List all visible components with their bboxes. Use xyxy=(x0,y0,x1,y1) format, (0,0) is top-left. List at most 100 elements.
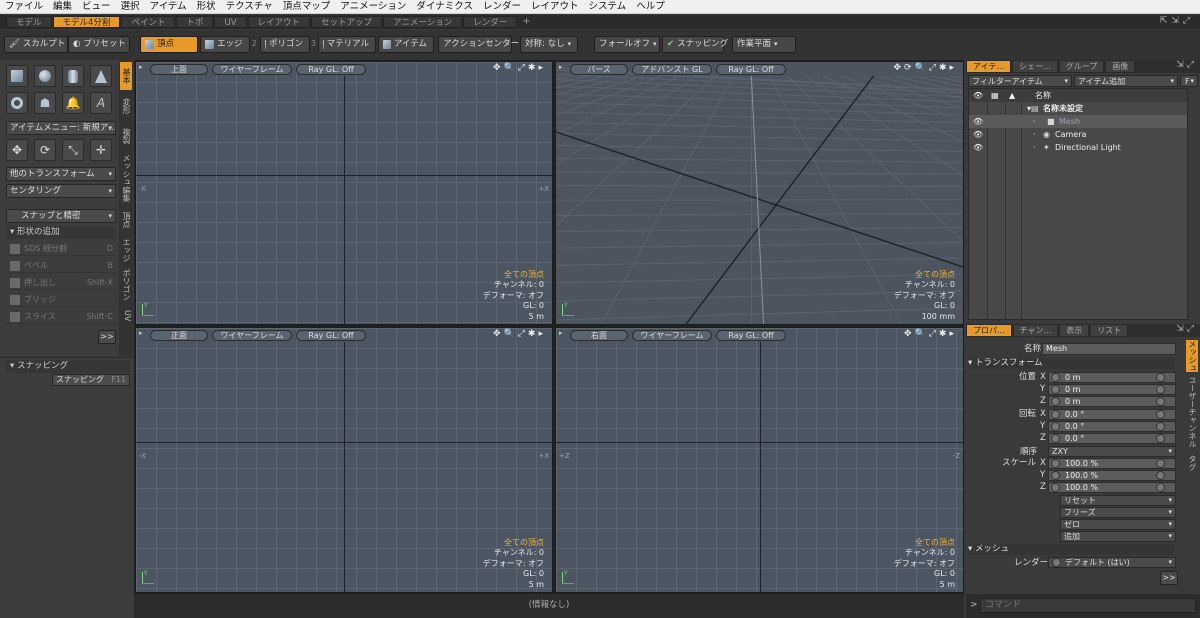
viewport-nav-icons[interactable]: ✥🔍⤢✱▸ xyxy=(493,63,546,73)
animate-dot-icon[interactable] xyxy=(1051,483,1060,492)
move-tool-icon[interactable]: ✥ xyxy=(6,139,28,161)
add-layout-tab-button[interactable]: + xyxy=(518,16,534,28)
keyframe-dot-icon[interactable] xyxy=(1156,410,1165,419)
view-dropdown[interactable]: 右面 xyxy=(570,330,628,341)
snapping-section[interactable]: ▾ スナッピング xyxy=(6,360,130,373)
filter-items-dropdown[interactable]: フィルターアイテム xyxy=(968,75,1072,87)
raygl-toggle[interactable]: Ray GL: Off xyxy=(716,330,786,341)
animate-dot-icon[interactable] xyxy=(1051,434,1060,443)
centering-dropdown[interactable]: センタリング xyxy=(6,184,116,198)
other-transform-dropdown[interactable]: 他のトランスフォーム xyxy=(6,167,116,181)
vertex-mode-button[interactable]: 頂点 xyxy=(140,36,198,53)
layout-tab[interactable]: UV xyxy=(214,16,247,28)
properties-side-tab[interactable]: ユーザーチャンネル xyxy=(1186,374,1198,450)
capsule-primitive-icon[interactable]: ☗ xyxy=(34,92,56,114)
snapping-toggle[interactable]: ✔ スナッピング xyxy=(662,36,728,53)
layout-tab[interactable]: モデル xyxy=(6,16,52,28)
order-dropdown[interactable]: ZXY xyxy=(1048,446,1176,457)
pos-field[interactable]: 0 m xyxy=(1048,384,1176,395)
add-dropdown[interactable]: 追加 xyxy=(1060,531,1176,542)
material-mode-button[interactable]: マテリアル xyxy=(318,36,376,53)
snap-precise-section[interactable]: スナップと精密 xyxy=(6,209,116,223)
panel-controls[interactable]: ⇲⤢ xyxy=(1176,324,1197,334)
tool-tab[interactable]: エッジ xyxy=(120,236,132,264)
panel-controls[interactable]: ⇲⤢ xyxy=(1176,60,1197,70)
viewport-menu-icon[interactable]: ▸ xyxy=(559,63,563,71)
text-primitive-icon[interactable]: A xyxy=(90,92,112,114)
keyframe-dot-icon[interactable] xyxy=(1156,459,1165,468)
scale-field[interactable]: 100.0 % xyxy=(1048,482,1176,493)
cube-primitive-icon[interactable] xyxy=(6,65,28,87)
rotate-tool-icon[interactable]: ⟳ xyxy=(34,139,56,161)
eye-icon[interactable]: 👁 xyxy=(973,141,983,154)
animate-dot-icon[interactable] xyxy=(1051,385,1060,394)
menu-item[interactable]: 選択 xyxy=(116,0,145,14)
items-tab[interactable]: 画像 xyxy=(1105,60,1136,73)
layout-tab[interactable]: レンダー xyxy=(463,16,518,28)
more-button[interactable]: >> xyxy=(1160,571,1178,585)
add-shape-section[interactable]: ▾ 形状の追加 xyxy=(6,226,116,239)
eye-icon[interactable]: 👁 xyxy=(973,128,983,141)
sphere-primitive-icon[interactable] xyxy=(34,65,56,87)
window-controls[interactable]: ⇱⇲⤢ xyxy=(1160,16,1194,26)
shape-tool-item[interactable]: スライス Shift-C xyxy=(6,309,116,324)
shape-tool-item[interactable]: ブリッジ xyxy=(6,292,116,307)
raygl-toggle[interactable]: Ray GL: Off xyxy=(296,64,366,75)
tool-tab[interactable]: ポリゴン xyxy=(120,266,132,304)
layout-tab[interactable]: セットアップ xyxy=(311,16,383,28)
properties-tab[interactable]: チャン... xyxy=(1012,324,1059,337)
polygon-mode-button[interactable]: ポリゴン xyxy=(260,36,310,53)
items-tab[interactable]: グループ xyxy=(1058,60,1105,73)
pos-field[interactable]: 0 m xyxy=(1048,396,1176,407)
properties-tab[interactable]: プロパ... xyxy=(966,324,1012,337)
view-dropdown[interactable]: 上面 xyxy=(150,64,208,75)
layout-tab[interactable]: レイアウト xyxy=(247,16,311,28)
keyframe-dot-icon[interactable] xyxy=(1156,471,1165,480)
animate-dot-icon[interactable] xyxy=(1051,471,1060,480)
viewport-right[interactable]: ▸ 右面 ワイヤーフレーム Ray GL: Off ✥🔍⤢✱▸ +Z -Z 全ての頂点 チャンネ… xyxy=(555,327,964,593)
animate-dot-icon[interactable] xyxy=(1051,459,1060,468)
tool-tab[interactable]: 変形 xyxy=(120,92,132,120)
shape-tool-item[interactable]: 押し出し Shift-X xyxy=(6,275,116,290)
viewport-top[interactable]: ▸ 上面 ワイヤーフレーム Ray GL: Off ✥🔍⤢✱▸ -X +X 全ての頂点 チャンネ… xyxy=(135,61,553,325)
reset-dropdown[interactable]: リセット xyxy=(1060,495,1176,506)
rot-field[interactable]: 0.0 ° xyxy=(1048,421,1176,432)
mesh-section[interactable]: ▾ メッシュ xyxy=(968,544,1174,555)
tree-row[interactable]: 👁 · ✦ Directional Light xyxy=(969,141,1187,154)
menu-item[interactable]: ヘルプ xyxy=(631,0,670,14)
shape-tool-item[interactable]: ベベル B xyxy=(6,258,116,273)
item-mode-button[interactable]: アイテム xyxy=(378,36,434,53)
viewport-perspective[interactable]: ▸ パース アドバンスト GL Ray GL: Off ✥⟳🔍⤢✱▸ 全ての頂点 チャンネル… xyxy=(555,61,964,325)
properties-side-tab[interactable]: タグ xyxy=(1186,452,1198,474)
keyframe-dot-icon[interactable] xyxy=(1156,434,1165,443)
animate-dot-icon[interactable] xyxy=(1052,558,1061,567)
menu-item[interactable]: ビュー xyxy=(77,0,116,14)
shading-dropdown[interactable]: アドバンスト GL xyxy=(632,64,712,75)
tool-tab[interactable]: UV xyxy=(120,306,132,326)
preset-button[interactable]: ◐ プリセット xyxy=(68,36,130,53)
view-dropdown[interactable]: パース xyxy=(570,64,628,75)
falloff-dropdown[interactable]: フォールオフ xyxy=(594,36,660,53)
animate-dot-icon[interactable] xyxy=(1051,397,1060,406)
keyframe-dot-icon[interactable] xyxy=(1156,397,1165,406)
menu-item[interactable]: レンダー xyxy=(478,0,526,14)
action-center-dropdown[interactable]: アクションセンター xyxy=(438,36,519,53)
light-icon[interactable]: 🔔 xyxy=(62,92,84,114)
torus-primitive-icon[interactable] xyxy=(6,92,28,114)
shape-tool-item[interactable]: SDS 細分割 D xyxy=(6,241,116,256)
freeze-dropdown[interactable]: フリーズ xyxy=(1060,507,1176,518)
properties-tab[interactable]: 表示 xyxy=(1059,324,1090,337)
layout-tab[interactable]: トポ xyxy=(176,16,214,28)
shading-dropdown[interactable]: ワイヤーフレーム xyxy=(212,330,292,341)
menu-item[interactable]: ファイル xyxy=(0,0,48,14)
command-input[interactable]: コマンド xyxy=(980,598,1196,613)
name-field[interactable]: Mesh xyxy=(1042,343,1176,355)
eye-icon[interactable]: 👁 xyxy=(973,115,983,128)
menu-item[interactable]: 形状 xyxy=(192,0,221,14)
scale-field[interactable]: 100.0 % xyxy=(1048,458,1176,469)
menu-item[interactable]: テクスチャ xyxy=(221,0,278,14)
animate-dot-icon[interactable] xyxy=(1051,410,1060,419)
animate-dot-icon[interactable] xyxy=(1051,373,1060,382)
tree-row[interactable]: 👁 · ◉ Camera xyxy=(969,128,1187,141)
symmetry-dropdown[interactable]: 対称: なし xyxy=(520,36,578,53)
